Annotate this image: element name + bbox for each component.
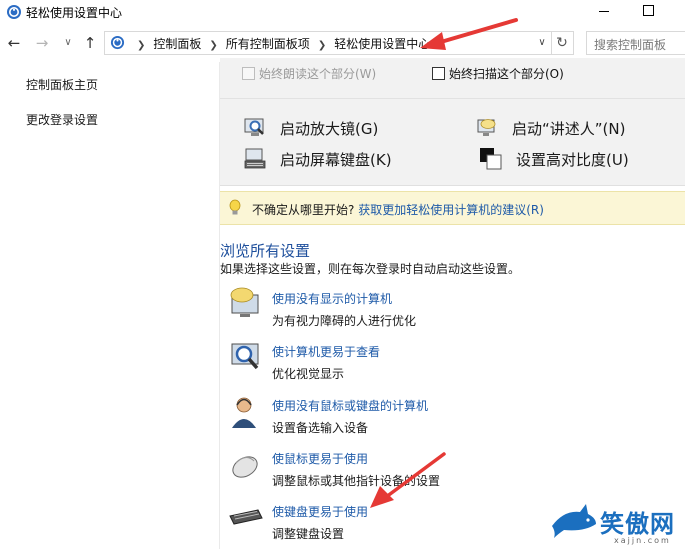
- title-bar: 轻松使用设置中心: [0, 0, 685, 28]
- search-input[interactable]: 搜索控制面板: [586, 31, 685, 55]
- category-description: 优化视觉显示: [272, 367, 345, 381]
- tool-label: 设置高对比度(U): [516, 151, 629, 169]
- breadcrumb-item-ease-of-access[interactable]: 轻松使用设置中心: [334, 37, 430, 51]
- breadcrumb-item-all-items[interactable]: 所有控制面板项: [226, 37, 310, 51]
- checkbox-box[interactable]: [432, 67, 445, 80]
- category-description: 设置备选输入设备: [272, 421, 369, 435]
- left-navigation: 控制面板主页 更改登录设置: [0, 62, 218, 549]
- checkbox-box[interactable]: [242, 67, 255, 80]
- person-headset-icon: [232, 397, 256, 428]
- category-link[interactable]: 使用没有显示的计算机: [272, 290, 392, 307]
- annotation-arrow-icon: [420, 18, 518, 50]
- category-mouse-easier: 使鼠标更易于使用 调整鼠标或其他指针设备的设置: [228, 447, 668, 491]
- get-recommendations-link[interactable]: 获取更加轻松使用计算机的建议(R): [358, 203, 544, 217]
- search-placeholder: 搜索控制面板: [594, 38, 667, 52]
- watermark: 笑傲网 xajjn.com: [548, 500, 685, 549]
- watermark-text: 笑傲网: [600, 510, 675, 538]
- maximize-button[interactable]: [634, 0, 662, 22]
- category-link[interactable]: 使鼠标更易于使用: [272, 450, 368, 467]
- ease-of-access-icon: [110, 35, 125, 50]
- quick-access-panel: 始终朗读这个部分(W) 始终扫描这个部分(O) 启动放大镜(G) 启动“讲述人”…: [220, 58, 685, 186]
- annotation-arrow-icon: [370, 452, 446, 508]
- category-easier-to-see: 使计算机更易于查看 优化视觉显示: [228, 340, 668, 384]
- monitor-magnifier-icon: [231, 343, 259, 370]
- category-use-without-display: 使用没有显示的计算机 为有视力障碍的人进行优化: [228, 287, 668, 331]
- refresh-icon[interactable]: ↻: [551, 31, 574, 55]
- breadcrumb: ❯ 控制面板 ❯ 所有控制面板项 ❯ 轻松使用设置中心: [129, 35, 430, 52]
- forward-arrow-icon[interactable]: →: [32, 32, 52, 54]
- always-scan-checkbox[interactable]: 始终扫描这个部分(O): [432, 65, 564, 82]
- lightbulb-icon: [229, 199, 241, 215]
- ease-of-access-icon: [7, 5, 21, 19]
- chevron-right-icon[interactable]: ❯: [318, 40, 326, 51]
- breadcrumb-item-control-panel[interactable]: 控制面板: [153, 37, 201, 51]
- divider: [220, 98, 685, 99]
- category-description: 调整键盘设置: [272, 527, 345, 541]
- category-link[interactable]: 使键盘更易于使用: [272, 503, 368, 520]
- tool-label: 启动“讲述人”(N): [512, 120, 626, 138]
- watermark-url: xajjn.com: [614, 536, 671, 545]
- category-link[interactable]: 使计算机更易于查看: [272, 343, 380, 360]
- category-no-mouse-keyboard: 使用没有鼠标或键盘的计算机 设置备选输入设备: [228, 394, 668, 438]
- tip-text: 不确定从哪里开始? 获取更加轻松使用计算机的建议(R): [252, 201, 544, 218]
- narrator-icon: [477, 119, 496, 136]
- magnifier-icon: [244, 118, 264, 136]
- chevron-right-icon: ❯: [137, 40, 146, 51]
- high-contrast-icon: [480, 148, 502, 170]
- monitor-speech-icon: [230, 287, 259, 317]
- tool-label: 启动放大镜(G): [280, 120, 379, 138]
- recent-locations-chevron-icon[interactable]: ∨: [58, 32, 78, 54]
- section-heading: 浏览所有设置: [220, 242, 311, 260]
- shark-logo-icon: [552, 504, 596, 538]
- checkbox-label: 始终扫描这个部分(O): [449, 67, 564, 81]
- keyboard-icon: [229, 509, 263, 525]
- nav-link-control-panel-home[interactable]: 控制面板主页: [26, 76, 98, 93]
- tip-prefix: 不确定从哪里开始?: [252, 203, 355, 217]
- checkbox-label: 始终朗读这个部分(W): [259, 67, 377, 81]
- chevron-right-icon[interactable]: ❯: [209, 40, 217, 51]
- up-arrow-icon[interactable]: ↑: [80, 32, 100, 54]
- tool-label: 启动屏幕键盘(K): [280, 151, 392, 169]
- mouse-icon: [232, 456, 258, 478]
- section-description: 如果选择这些设置，则在每次登录时自动启动这些设置。: [220, 262, 521, 276]
- on-screen-keyboard-icon: [244, 148, 266, 169]
- back-arrow-icon[interactable]: ←: [4, 32, 24, 54]
- tip-bar: 不确定从哪里开始? 获取更加轻松使用计算机的建议(R): [220, 191, 685, 225]
- minimize-button[interactable]: [590, 0, 618, 22]
- category-description: 为有视力障碍的人进行优化: [272, 314, 417, 328]
- always-read-checkbox[interactable]: 始终朗读这个部分(W): [242, 65, 376, 82]
- window-title: 轻松使用设置中心: [26, 6, 123, 20]
- chevron-down-icon[interactable]: ∨: [535, 33, 549, 53]
- nav-link-change-sign-in-settings[interactable]: 更改登录设置: [26, 111, 98, 128]
- category-link[interactable]: 使用没有鼠标或键盘的计算机: [272, 397, 428, 414]
